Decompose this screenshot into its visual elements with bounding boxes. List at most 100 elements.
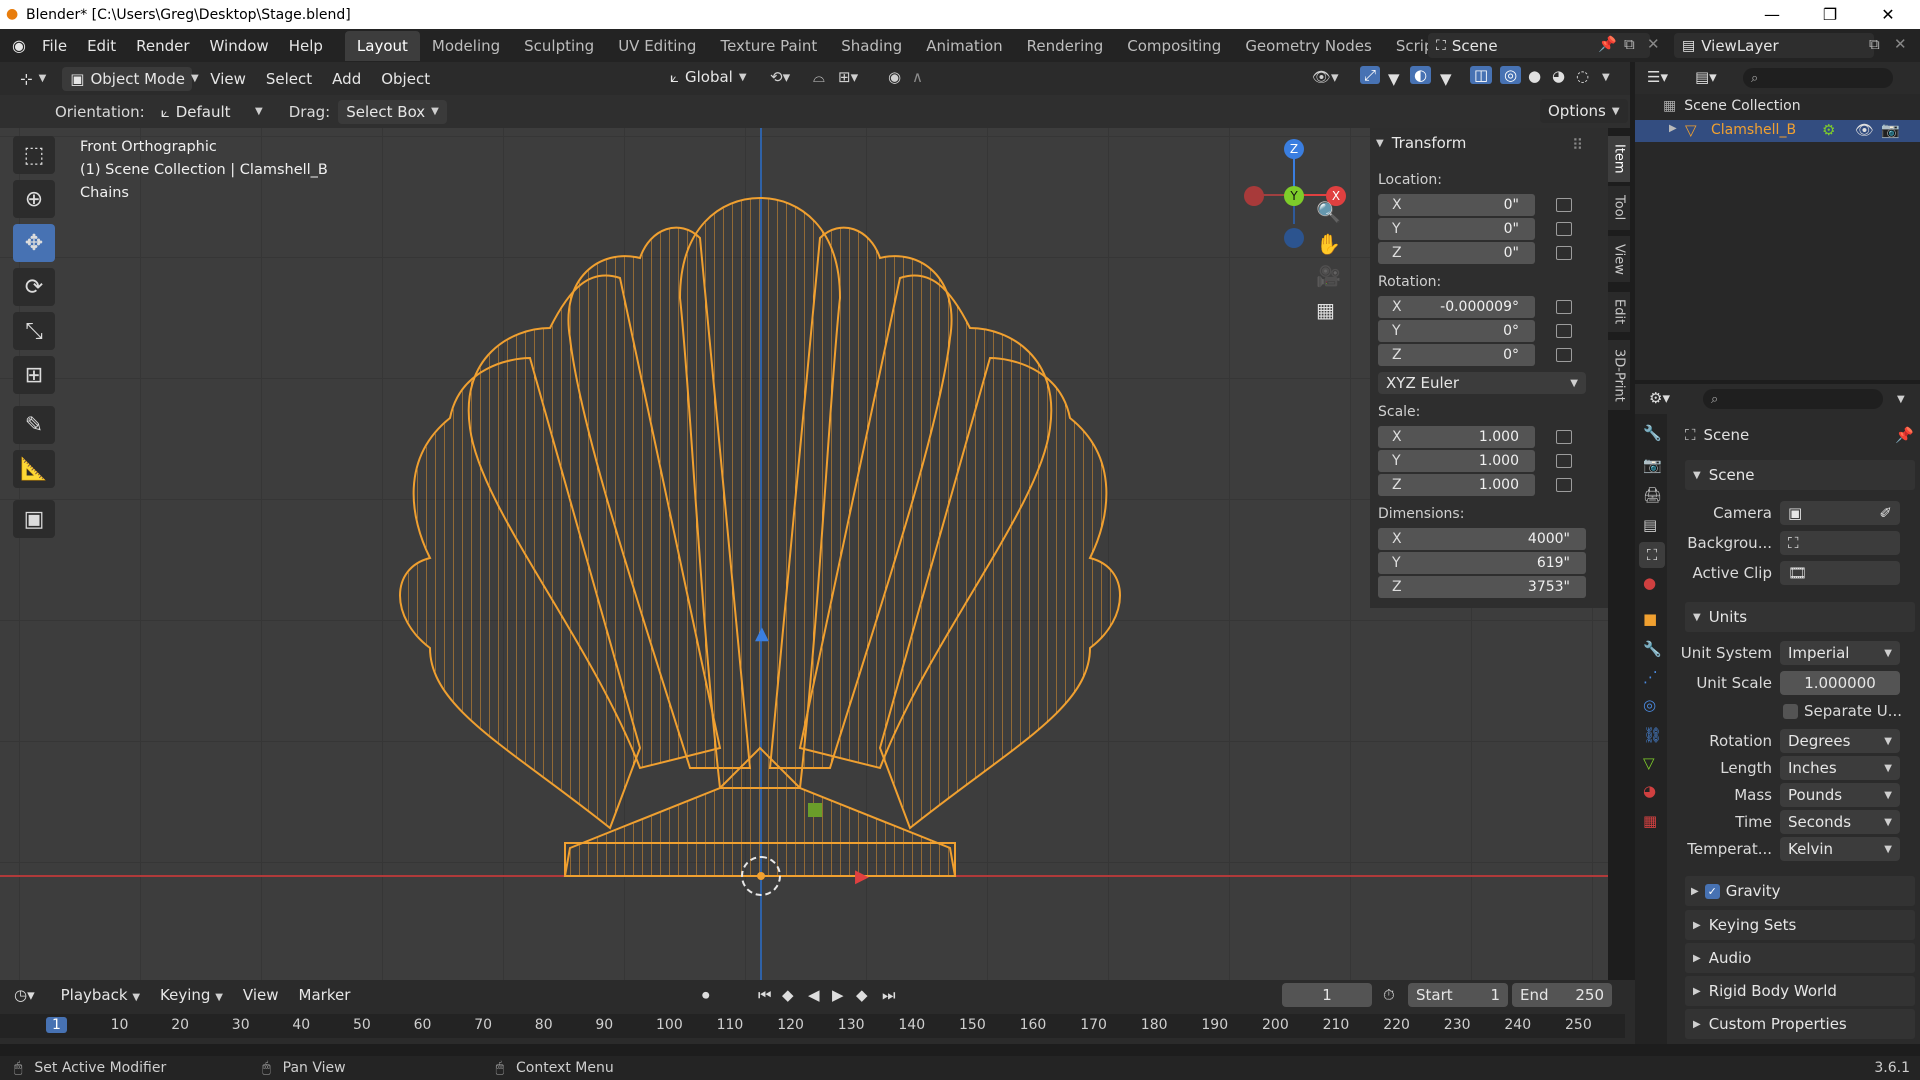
jump-start-icon[interactable]: ⏮ bbox=[758, 986, 772, 1004]
texture-tab-icon[interactable]: ▦ bbox=[1643, 812, 1657, 830]
snap-increment-icon[interactable]: ⊞▾ bbox=[838, 68, 858, 86]
delete-scene-icon[interactable]: ✕ bbox=[1647, 35, 1660, 53]
prev-keyframe-icon[interactable]: ◆ bbox=[782, 986, 794, 1004]
eyedropper-icon[interactable]: ✐ bbox=[1879, 504, 1892, 522]
tab-texture-paint[interactable]: Texture Paint bbox=[708, 31, 829, 61]
lock-icon[interactable] bbox=[1556, 324, 1572, 338]
tab-rendering[interactable]: Rendering bbox=[1015, 31, 1116, 61]
audio-panel-header[interactable]: ▶ Audio bbox=[1685, 943, 1915, 973]
transform-tool[interactable]: ⊞ bbox=[13, 356, 55, 394]
menu-object[interactable]: Object bbox=[371, 70, 440, 88]
drag-handle-icon[interactable]: ⠿ bbox=[1572, 136, 1583, 154]
rotation-unit-select[interactable]: Degrees ▼ bbox=[1780, 729, 1900, 753]
gizmo-neg-x-icon[interactable] bbox=[1244, 186, 1264, 206]
close-window-button[interactable]: ✕ bbox=[1859, 0, 1917, 29]
expand-arrow-icon[interactable]: ▶ bbox=[1669, 123, 1677, 134]
material-tab-icon[interactable]: ◕ bbox=[1643, 782, 1656, 800]
overlay-dropdown-icon[interactable]: ▼ bbox=[1440, 70, 1452, 88]
viewlayer-selector[interactable]: ▤ ViewLayer bbox=[1674, 33, 1874, 58]
delete-viewlayer-icon[interactable]: ✕ bbox=[1894, 35, 1907, 53]
menu-marker[interactable]: Marker bbox=[289, 986, 361, 1004]
blender-menu-icon[interactable]: ◉ bbox=[12, 36, 26, 55]
outliner-editor-icon[interactable]: ☰▾ bbox=[1647, 68, 1668, 86]
location-y-field[interactable]: Y 0" bbox=[1378, 218, 1535, 240]
scale-tool[interactable]: ⤡ bbox=[13, 312, 55, 350]
pin-icon[interactable]: 📌 bbox=[1598, 35, 1617, 53]
tab-animation[interactable]: Animation bbox=[914, 31, 1014, 61]
data-tab-icon[interactable]: ▽ bbox=[1643, 754, 1655, 772]
view-layer-tab-icon[interactable]: ▤ bbox=[1643, 516, 1657, 534]
menu-window[interactable]: Window bbox=[200, 37, 279, 55]
temperature-unit-select[interactable]: Kelvin ▼ bbox=[1780, 837, 1900, 861]
modifier-icon[interactable]: ⚙ bbox=[1822, 121, 1835, 139]
drag-selector[interactable]: Select Box ▼ bbox=[338, 99, 447, 124]
custom-props-panel-header[interactable]: ▶ Custom Properties bbox=[1685, 1009, 1915, 1039]
jump-end-icon[interactable]: ⏭ bbox=[882, 986, 896, 1004]
xray-toggle-icon[interactable]: ◫ bbox=[1470, 66, 1493, 84]
gravity-checkbox[interactable]: ✓ bbox=[1704, 883, 1720, 899]
location-x-field[interactable]: X 0" bbox=[1378, 194, 1535, 216]
outliner-scene-collection[interactable]: ▦ Scene Collection bbox=[1663, 98, 1801, 114]
solid-shading-icon[interactable]: ● bbox=[1528, 67, 1541, 85]
sidetab-edit[interactable]: Edit bbox=[1608, 292, 1630, 332]
rendered-shading-icon[interactable]: ◌ bbox=[1576, 67, 1589, 85]
outliner-search-input[interactable]: ⌕ bbox=[1743, 68, 1893, 88]
next-keyframe-icon[interactable]: ◆ bbox=[856, 986, 868, 1004]
annotate-tool[interactable]: ✎ bbox=[13, 406, 55, 444]
snap-icon[interactable]: ⌓ bbox=[813, 68, 825, 86]
wireframe-shading-icon[interactable]: ◎ bbox=[1500, 66, 1522, 84]
sidetab-view[interactable]: View bbox=[1608, 236, 1630, 282]
tab-modeling[interactable]: Modeling bbox=[420, 31, 512, 61]
lock-icon[interactable] bbox=[1556, 348, 1572, 362]
object-tab-icon[interactable]: ■ bbox=[1643, 610, 1657, 628]
transform-panel-header[interactable]: ▼ Transform bbox=[1376, 134, 1466, 152]
separate-units-checkbox[interactable]: Separate U... bbox=[1783, 702, 1902, 720]
render-tab-icon[interactable]: 📷 bbox=[1643, 456, 1662, 474]
tab-layout[interactable]: Layout bbox=[344, 30, 420, 61]
rotation-y-field[interactable]: Y 0° bbox=[1378, 320, 1535, 342]
move-tool[interactable]: ✥ bbox=[13, 224, 55, 262]
menu-select[interactable]: Select bbox=[256, 70, 322, 88]
z-arrow[interactable]: ▲ bbox=[755, 623, 769, 644]
outliner-item-clamshell[interactable]: ▶ ▽ Clamshell_B ⚙ 👁 📷 bbox=[1635, 120, 1920, 142]
sidetab-item[interactable]: Item bbox=[1608, 136, 1630, 182]
timeline-editor-icon[interactable]: ◷▾ bbox=[14, 986, 35, 1004]
dimension-z-field[interactable]: Z 3753" bbox=[1378, 576, 1586, 598]
camera-view-icon[interactable]: 🎥 bbox=[1316, 264, 1341, 288]
rotation-x-field[interactable]: X -0.000009° bbox=[1378, 296, 1535, 318]
select-box-tool[interactable]: ⬚ bbox=[13, 136, 55, 174]
minimize-button[interactable]: — bbox=[1743, 0, 1801, 29]
menu-file[interactable]: File bbox=[32, 37, 77, 55]
unit-scale-field[interactable]: 1.000000 bbox=[1780, 671, 1900, 695]
shading-dropdown-icon[interactable]: ▼ bbox=[1602, 72, 1610, 83]
pan-hand-icon[interactable]: ✋ bbox=[1316, 232, 1341, 256]
tab-geometry-nodes[interactable]: Geometry Nodes bbox=[1233, 31, 1384, 61]
constraints-tab-icon[interactable]: ⛓ bbox=[1643, 726, 1662, 744]
menu-view[interactable]: View bbox=[200, 70, 256, 88]
tool-tab-icon[interactable]: 🔧 bbox=[1643, 424, 1662, 442]
unit-system-select[interactable]: Imperial ▼ bbox=[1780, 641, 1900, 665]
gizmo-y-icon[interactable]: Y bbox=[1284, 186, 1304, 206]
overlay-toggle-icon[interactable]: ◐ bbox=[1410, 66, 1432, 84]
lock-icon[interactable] bbox=[1556, 454, 1572, 468]
zoom-icon[interactable]: 🔍 bbox=[1316, 200, 1341, 224]
material-shading-icon[interactable]: ◕ bbox=[1552, 67, 1565, 85]
lock-icon[interactable] bbox=[1556, 478, 1572, 492]
dimension-y-field[interactable]: Y 619" bbox=[1378, 552, 1586, 574]
menu-help[interactable]: Help bbox=[279, 37, 333, 55]
play-reverse-icon[interactable]: ◀ bbox=[808, 986, 820, 1004]
tab-sculpting[interactable]: Sculpting bbox=[512, 31, 606, 61]
physics-tab-icon[interactable]: ◎ bbox=[1643, 696, 1656, 714]
units-panel-header[interactable]: ▼ Units bbox=[1685, 602, 1915, 632]
gizmo-neg-z-icon[interactable] bbox=[1284, 228, 1304, 248]
gizmo-dropdown-icon[interactable]: ▼ bbox=[1388, 70, 1400, 88]
output-tab-icon[interactable]: 🖨 bbox=[1643, 486, 1662, 504]
clamshell-wireframe[interactable] bbox=[390, 188, 1130, 908]
scale-y-field[interactable]: Y 1.000 bbox=[1378, 450, 1535, 472]
scale-x-field[interactable]: X 1.000 bbox=[1378, 426, 1535, 448]
stopwatch-icon[interactable]: ⏱ bbox=[1383, 986, 1395, 1004]
keying-sets-panel-header[interactable]: ▶ Keying Sets bbox=[1685, 910, 1915, 940]
gizmo-toggle-icon[interactable]: ⤢ bbox=[1360, 66, 1381, 84]
menu-playback[interactable]: Playback ▼ bbox=[51, 986, 150, 1004]
menu-render[interactable]: Render bbox=[126, 37, 199, 55]
